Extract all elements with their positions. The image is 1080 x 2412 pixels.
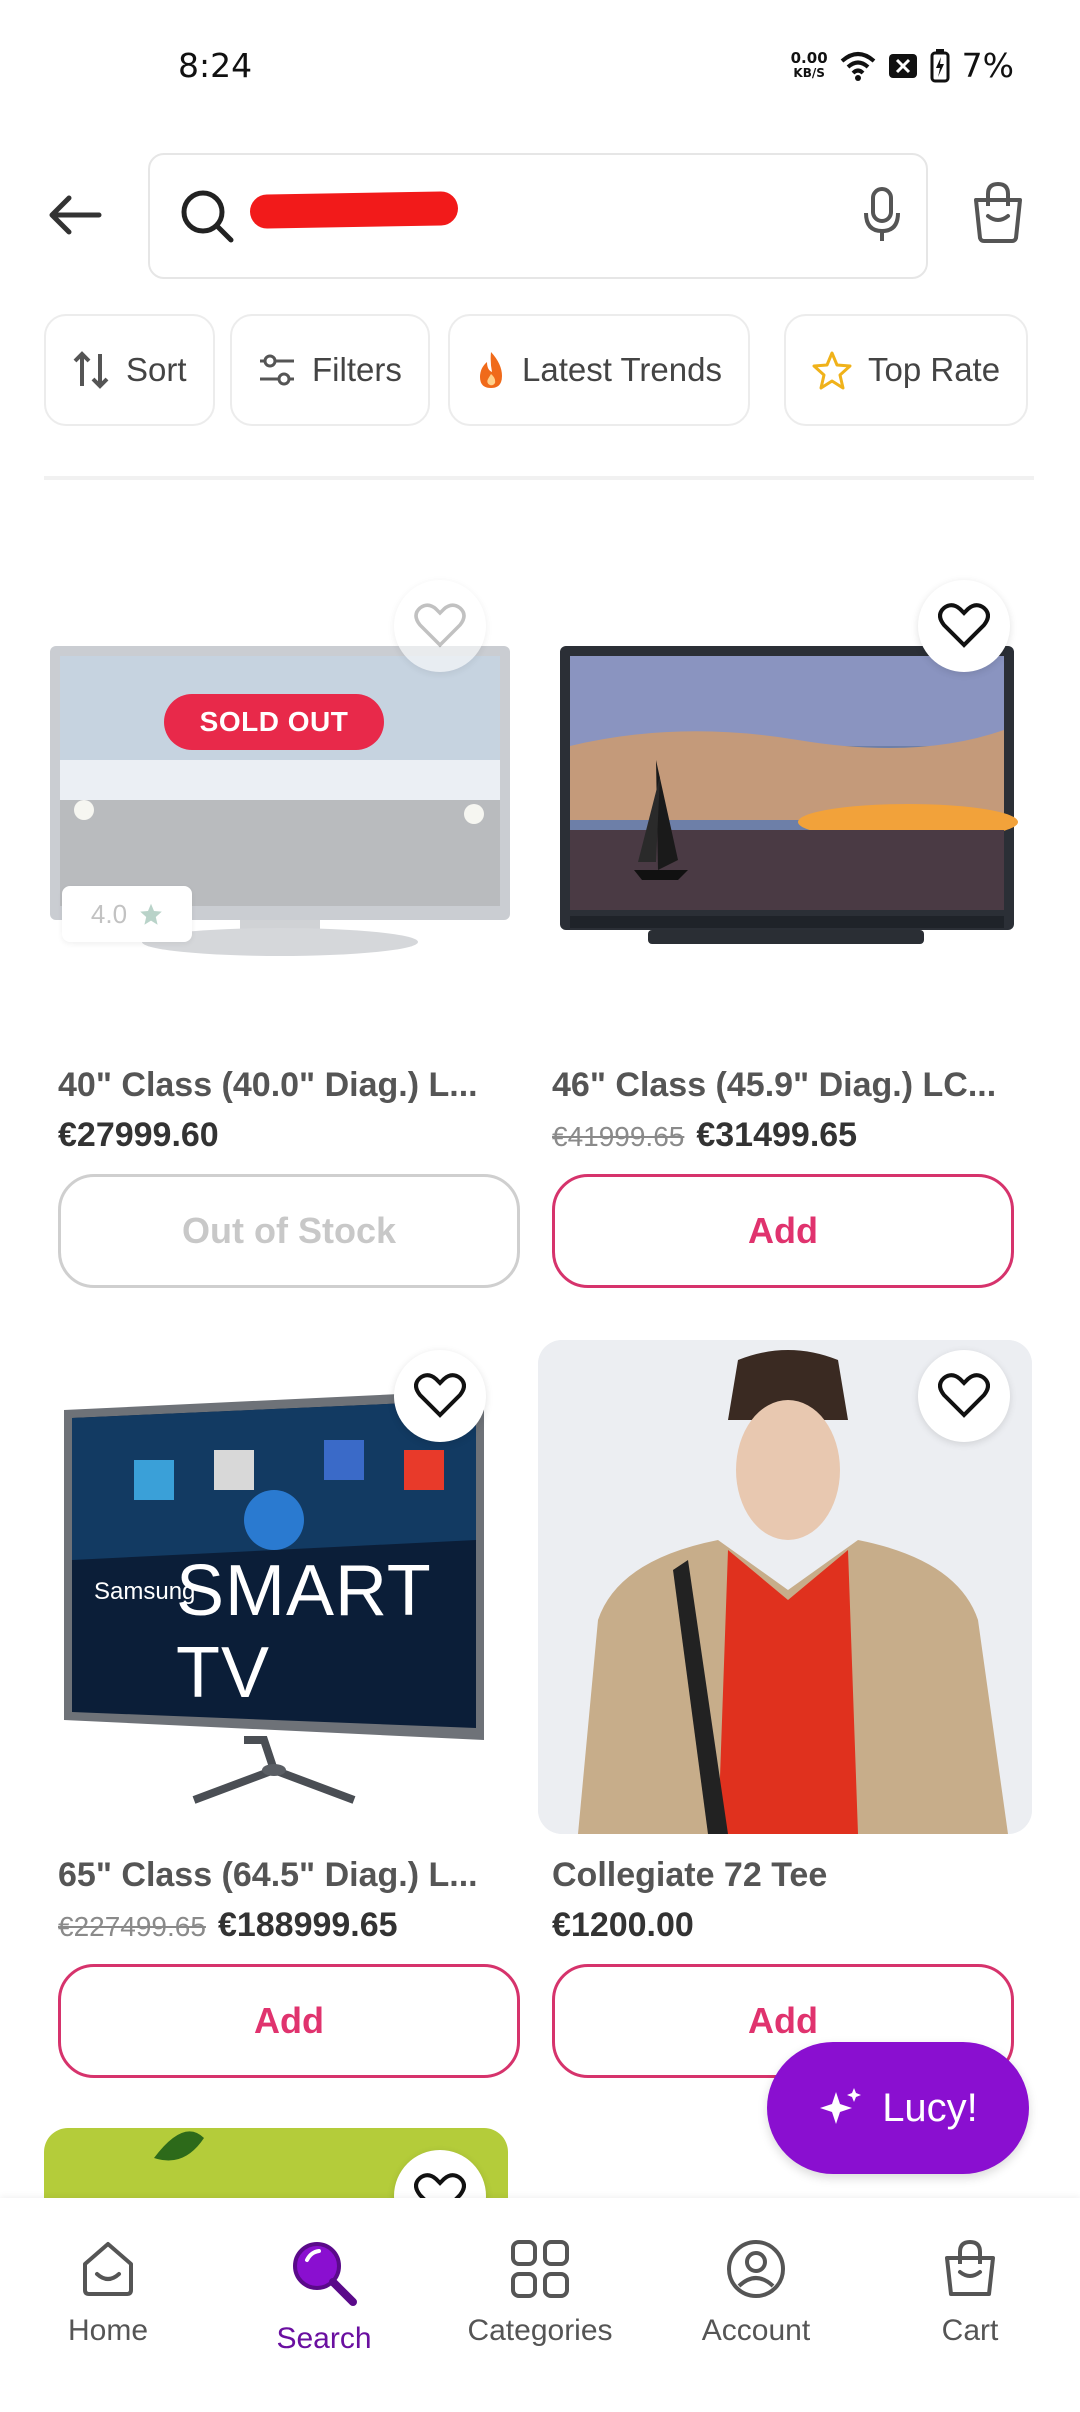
price-row: €41999.65 €31499.65: [552, 1116, 857, 1155]
product-title[interactable]: 46" Class (45.9" Diag.) LC...: [552, 1066, 996, 1105]
wishlist-button[interactable]: [918, 1350, 1010, 1442]
back-button[interactable]: [40, 180, 110, 250]
nav-cart[interactable]: Cart: [890, 2238, 1050, 2348]
heart-icon: [414, 1373, 466, 1418]
shopping-bag-button[interactable]: [968, 180, 1038, 250]
filters-icon: [260, 354, 294, 386]
product-title[interactable]: 65" Class (64.5" Diag.) L...: [58, 1856, 478, 1895]
add-to-cart-button[interactable]: Add: [552, 1174, 1014, 1288]
price-original: €41999.65: [552, 1121, 685, 1152]
bottom-navigation: Home Search Categories Account Cart: [0, 2198, 1080, 2412]
wishlist-button[interactable]: [918, 580, 1010, 672]
network-speed: 0.00 KB/S: [790, 48, 828, 80]
status-icons: 0.00 KB/S 7%: [791, 46, 1014, 85]
battery-level: 7%: [961, 46, 1014, 85]
filter-chips: Sort Filters Latest Trends Top Rate: [44, 314, 1044, 428]
flame-icon: [480, 352, 502, 388]
product-card[interactable]: Samsung SMART TV 65" Class (64.5" Diag.)…: [44, 1340, 538, 2080]
account-icon: [727, 2240, 785, 2298]
nav-home[interactable]: Home: [28, 2238, 188, 2348]
heart-icon: [938, 1373, 990, 1418]
cart-icon: [945, 2239, 995, 2296]
price-current: €1200.00: [552, 1906, 694, 1944]
arrow-left-icon: [49, 195, 102, 235]
sparkle-icon: [820, 2088, 862, 2124]
star-icon: [812, 351, 852, 390]
product-card[interactable]: SOLD OUT 4.0 40" Class (40.0" Diag.) L..…: [44, 570, 538, 1290]
chip-filters[interactable]: Filters: [230, 314, 430, 426]
price-current: €31499.65: [696, 1116, 858, 1154]
lucy-assistant-button[interactable]: Lucy!: [767, 2042, 1029, 2174]
nav-search[interactable]: Search: [244, 2238, 404, 2356]
search-icon: [293, 2242, 357, 2306]
no-sim-icon: [888, 53, 917, 78]
wishlist-button[interactable]: [394, 580, 486, 672]
price-current: €188999.65: [217, 1906, 398, 1944]
shopping-bag-icon: [974, 181, 1022, 243]
chip-latest-trends[interactable]: Latest Trends: [448, 314, 750, 426]
heart-icon: [414, 603, 466, 648]
product-card[interactable]: Collegiate 72 Tee €1200.00 Add: [538, 1340, 1032, 2080]
battery-charging-icon: [930, 48, 950, 82]
price-row: €27999.60: [58, 1116, 219, 1155]
wifi-icon: [840, 51, 875, 81]
heart-icon: [938, 603, 990, 648]
price-original: €227499.65: [58, 1911, 206, 1942]
price-current: €27999.60: [58, 1116, 219, 1154]
categories-icon: [511, 2240, 569, 2298]
sort-icon: [73, 351, 109, 389]
product-title[interactable]: 40" Class (40.0" Diag.) L...: [58, 1066, 478, 1105]
price-row: €1200.00: [552, 1906, 694, 1945]
add-to-cart-button[interactable]: Add: [58, 1964, 520, 2078]
nav-account[interactable]: Account: [676, 2238, 836, 2348]
nav-categories[interactable]: Categories: [460, 2238, 620, 2348]
sold-out-badge: SOLD OUT: [164, 694, 384, 750]
home-icon: [83, 2242, 133, 2296]
search-bar[interactable]: [148, 153, 928, 279]
chip-sort[interactable]: Sort: [44, 314, 215, 426]
status-time: 8:24: [178, 46, 253, 85]
price-row: €227499.65 €188999.65: [58, 1906, 398, 1945]
status-bar: 8:24 0.00 KB/S 7%: [0, 0, 1080, 140]
product-card[interactable]: 46" Class (45.9" Diag.) LC... €41999.65 …: [538, 570, 1032, 1290]
star-icon: [140, 903, 162, 925]
divider: [44, 476, 1034, 480]
wishlist-button[interactable]: [394, 1350, 486, 1442]
redaction-mark: [249, 191, 459, 229]
chip-top-rated[interactable]: Top Rate: [784, 314, 1029, 426]
rating-badge: 4.0: [62, 886, 192, 942]
search-icon: [181, 190, 234, 243]
out-of-stock-button[interactable]: Out of Stock: [58, 1174, 520, 1288]
product-title[interactable]: Collegiate 72 Tee: [552, 1856, 827, 1895]
microphone-icon[interactable]: [862, 185, 902, 245]
tv-screen-text: SMART TV: [176, 1551, 431, 1713]
